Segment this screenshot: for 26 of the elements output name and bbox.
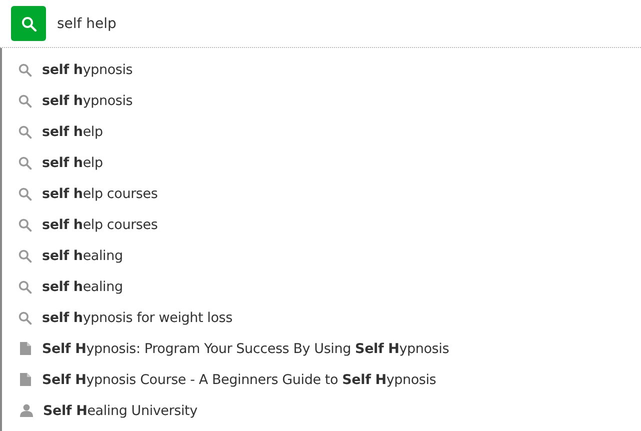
search-icon <box>18 280 32 294</box>
search-icon <box>18 156 32 170</box>
search-icon <box>20 16 36 32</box>
suggestion-item[interactable]: self help courses <box>42 186 158 202</box>
search-icon <box>18 94 32 108</box>
search-icon <box>18 186 32 200</box>
search-icon <box>18 62 32 76</box>
search-button[interactable] <box>11 6 46 41</box>
suggestion-item[interactable]: self help <box>42 154 103 170</box>
suggestion-item[interactable]: self healing <box>42 248 123 264</box>
suggestion-item[interactable]: self help courses <box>42 216 158 232</box>
document-icon <box>20 342 30 355</box>
suggestion-item[interactable]: self hypnosis <box>42 62 133 78</box>
suggestion-item[interactable]: self help <box>42 124 103 140</box>
search-icon <box>18 124 32 138</box>
suggestion-item[interactable]: Self Healing University <box>43 402 198 418</box>
suggestion-item[interactable]: Self Hypnosis Course - A Beginners Guide to Self Hypnosis <box>42 372 436 388</box>
suggestion-item[interactable]: self hypnosis for weight loss <box>42 310 232 326</box>
search-icon <box>18 218 32 232</box>
suggestion-item[interactable]: Self Hypnosis: Program Your Success By Using Self Hypnosis <box>42 340 450 356</box>
user-icon <box>20 404 32 417</box>
search-icon <box>18 248 32 262</box>
suggestion-item[interactable]: self hypnosis <box>42 92 133 108</box>
search-icon <box>18 310 32 324</box>
document-icon <box>20 373 30 386</box>
suggestion-item[interactable]: self healing <box>42 278 123 294</box>
